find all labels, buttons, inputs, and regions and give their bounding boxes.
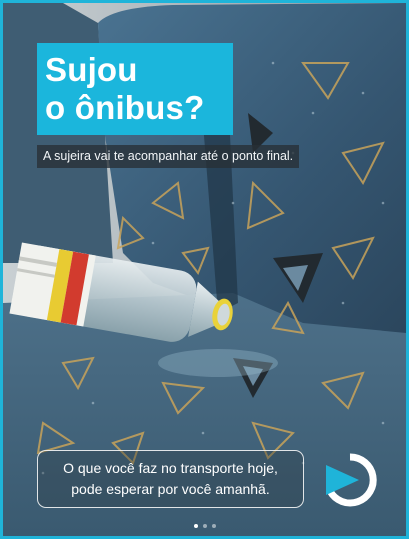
ad-card[interactable]: Sujou o ônibus? A sujeira vai te acompan… bbox=[0, 0, 409, 539]
carousel-indicator bbox=[3, 524, 406, 528]
cta-line-1: O que você faz no transporte hoje, bbox=[63, 460, 278, 476]
subtitle: A sujeira vai te acompanhar até o ponto … bbox=[37, 145, 300, 168]
carousel-dot-1[interactable] bbox=[193, 524, 198, 528]
headline: Sujou o ônibus? bbox=[37, 43, 233, 135]
cta-message-box[interactable]: O que você faz no transporte hoje, pode … bbox=[37, 450, 304, 508]
circular-arrow-play-logo-icon bbox=[326, 453, 377, 507]
carousel-dot-2[interactable] bbox=[202, 524, 207, 528]
carousel-dot-3[interactable] bbox=[211, 524, 216, 528]
headline-line-2: o ônibus? bbox=[45, 89, 205, 126]
headline-line-1: Sujou bbox=[45, 51, 138, 88]
cta-line-2: pode esperar por você amanhã. bbox=[71, 481, 270, 497]
